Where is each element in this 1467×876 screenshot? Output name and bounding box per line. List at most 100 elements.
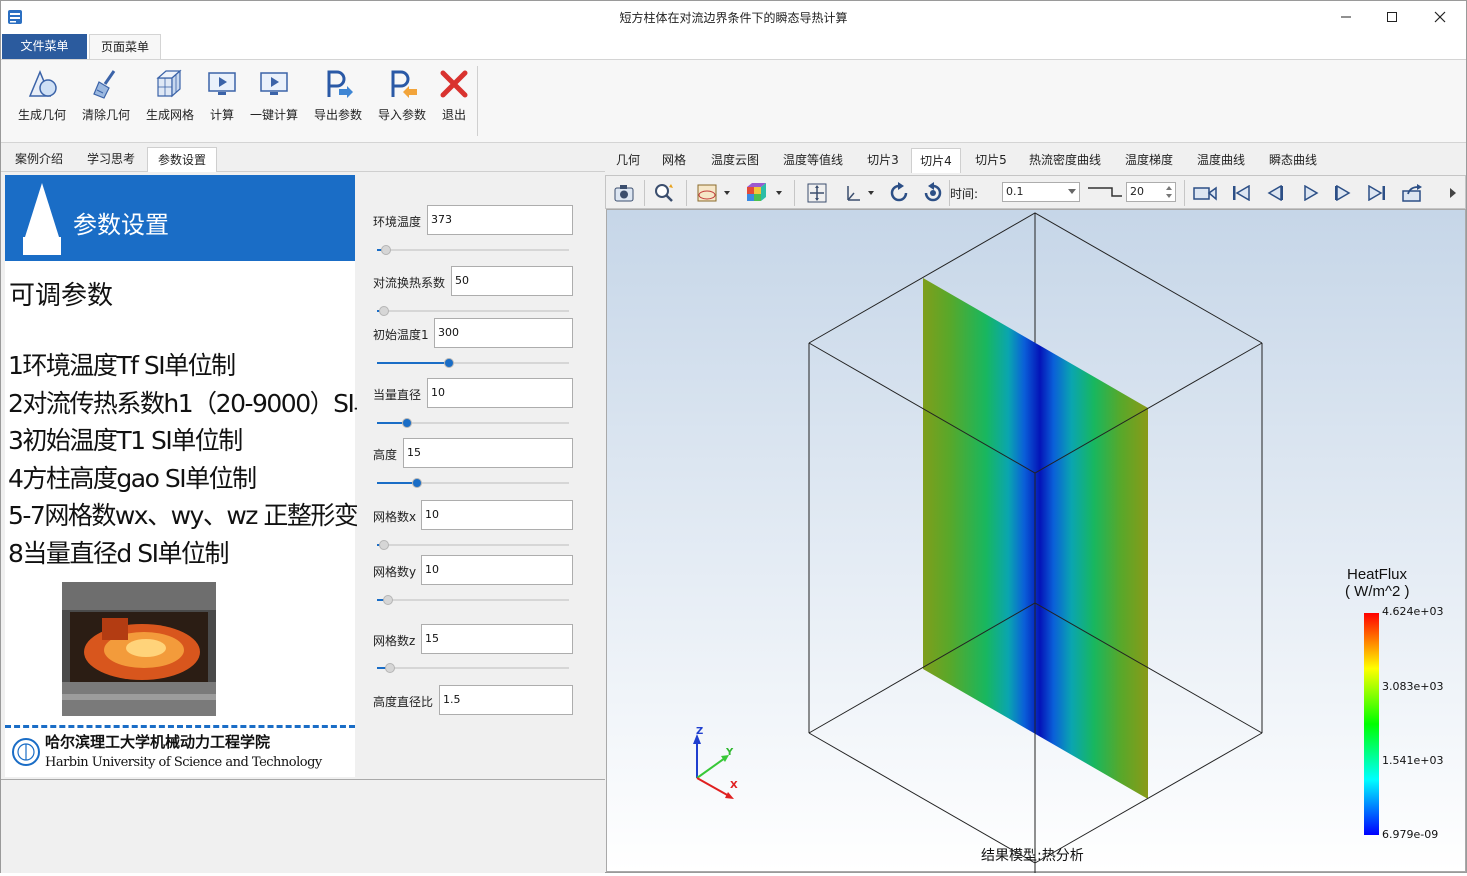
legend-tick-2: 3.083e+03	[1382, 680, 1444, 693]
tab-mesh[interactable]: 网格	[657, 148, 691, 173]
mesh-y-input[interactable]: 10	[421, 555, 573, 585]
tab-temp-isolines[interactable]: 温度等值线	[777, 148, 849, 173]
mesh-x-input[interactable]: 10	[421, 500, 573, 530]
time-select-value: 0.1	[1006, 185, 1024, 198]
ambient-temp-input[interactable]: 373	[427, 205, 573, 235]
generate-mesh-button[interactable]: 生成网格	[143, 68, 197, 128]
compute-label: 计算	[209, 108, 234, 122]
ambient-temp-slider[interactable]	[377, 244, 569, 256]
fit-view-button[interactable]	[802, 180, 832, 206]
tab-file-menu[interactable]: 文件菜单	[2, 34, 87, 59]
one-click-compute-button[interactable]: 一键计算	[247, 68, 301, 128]
param-label-ambient-temp: 环境温度	[373, 215, 422, 229]
mesh-y-slider[interactable]	[377, 594, 569, 606]
fit-view-icon	[807, 183, 827, 203]
param-label-convection-coef: 对流换热系数	[373, 276, 446, 290]
monitor-play-icon	[208, 72, 236, 95]
camera-icon	[614, 185, 634, 202]
tab-slice5[interactable]: 切片5	[969, 148, 1013, 173]
tab-study-thinking[interactable]: 学习思考	[77, 147, 145, 172]
steps-spinbox[interactable]: 20	[1126, 182, 1176, 202]
generate-geometry-button[interactable]: 生成几何	[15, 68, 69, 128]
param-label-mesh-y: 网格数y	[373, 565, 417, 579]
tab-param-settings[interactable]: 参数设置	[147, 147, 217, 172]
list-item: 8当量直径d SI单位制	[8, 538, 229, 568]
tab-temp-gradient[interactable]: 温度梯度	[1119, 148, 1179, 173]
play-button[interactable]	[1296, 180, 1326, 206]
ribbon-tab-bar: 文件菜单 页面菜单	[1, 33, 1466, 59]
rotate-button[interactable]	[884, 180, 914, 206]
height-diameter-ratio-input[interactable]: 1.5	[439, 685, 573, 715]
param-label-mesh-x: 网格数x	[373, 510, 417, 524]
minimize-icon	[1341, 16, 1351, 18]
prev-frame-button[interactable]	[1260, 180, 1290, 206]
intro-header: 参数设置	[5, 175, 355, 261]
mesh-z-slider[interactable]	[377, 662, 569, 674]
import-params-button[interactable]: 导入参数	[375, 68, 429, 128]
app-window: 短方柱体在对流边界条件下的瞬态导热计算 文件菜单 页面菜单 生成几何 清除几何 …	[0, 0, 1467, 873]
red-x-icon	[440, 70, 468, 98]
tab-temp-contour-map[interactable]: 温度云图	[705, 148, 765, 173]
reset-view-button[interactable]	[918, 180, 948, 206]
last-frame-button[interactable]	[1362, 180, 1392, 206]
minimize-button[interactable]	[1323, 1, 1369, 33]
color-cube-icon	[747, 183, 782, 201]
maximize-button[interactable]	[1369, 1, 1415, 33]
time-select[interactable]: 0.1	[1002, 182, 1080, 202]
initial-temp-slider[interactable]	[377, 357, 569, 369]
toolbar-separator	[1184, 180, 1185, 206]
exit-button[interactable]: 退出	[435, 68, 473, 128]
tab-slice3[interactable]: 切片3	[861, 148, 905, 173]
import-icon	[391, 70, 417, 98]
tab-slice4[interactable]: 切片4	[911, 148, 961, 173]
toolbar-overflow-button[interactable]	[1446, 180, 1460, 206]
rotate-icon	[890, 182, 908, 202]
tower-icon	[23, 183, 61, 255]
screenshot-button[interactable]	[610, 180, 638, 206]
initial-temp-input[interactable]: 300	[434, 318, 573, 348]
param-label-height-diameter-ratio: 高度直径比	[373, 695, 434, 709]
title-bar: 短方柱体在对流边界条件下的瞬态导热计算	[1, 1, 1466, 33]
generate-geometry-label: 生成几何	[17, 108, 66, 122]
window-title: 短方柱体在对流边界条件下的瞬态导热计算	[619, 11, 848, 25]
height-input[interactable]: 15	[403, 438, 573, 468]
display-mode-dropdown[interactable]	[742, 180, 786, 206]
export-params-button[interactable]: 导出参数	[311, 68, 365, 128]
equiv-diameter-input[interactable]: 10	[427, 378, 573, 408]
param-label-equiv-diameter: 当量直径	[373, 388, 422, 402]
tab-temp-curve[interactable]: 温度曲线	[1191, 148, 1251, 173]
mesh-x-slider[interactable]	[377, 539, 569, 551]
next-frame-button[interactable]	[1328, 180, 1358, 206]
tab-geometry[interactable]: 几何	[611, 148, 645, 173]
chevron-down-icon	[1068, 189, 1076, 194]
convection-coef-slider[interactable]	[377, 305, 569, 317]
axes-view-dropdown[interactable]	[838, 180, 878, 206]
mesh-z-input[interactable]: 15	[421, 624, 573, 654]
step-forward-icon	[1335, 185, 1351, 201]
ribbon-toolbar: 生成几何 清除几何 生成网格 计算 一键计算 导出参数 导入参数 退出	[1, 59, 1466, 143]
reset-rotate-icon	[924, 182, 942, 202]
param-label-height: 高度	[373, 448, 398, 462]
first-frame-button[interactable]	[1226, 180, 1256, 206]
monitor-run-icon	[260, 72, 288, 95]
close-button[interactable]	[1417, 1, 1463, 33]
viewport-caption: 结果模型:热分析	[981, 848, 1084, 864]
record-video-button[interactable]	[1190, 180, 1220, 206]
clip-plane-dropdown[interactable]	[694, 180, 734, 206]
compute-button[interactable]: 计算	[203, 68, 241, 128]
list-item: 1环境温度Tf SI单位制	[8, 351, 236, 380]
zoom-button[interactable]	[650, 180, 680, 206]
result-3d-viewport[interactable]: Z Y X HeatFlux ( W/m^2 ) 4.624e+03 3.083…	[606, 209, 1466, 873]
clear-geometry-button[interactable]: 清除几何	[79, 68, 133, 128]
height-slider[interactable]	[377, 477, 569, 489]
equiv-diameter-slider[interactable]	[377, 417, 569, 429]
tab-heat-flux-curve[interactable]: 热流密度曲线	[1023, 148, 1107, 173]
tab-transient-curve[interactable]: 瞬态曲线	[1263, 148, 1323, 173]
furnace-photo	[62, 582, 216, 716]
legend-unit: ( W/m^2 )	[1345, 583, 1410, 600]
tab-case-intro[interactable]: 案例介绍	[5, 147, 73, 172]
convection-coef-input[interactable]: 50	[451, 266, 573, 296]
geometry-icon	[28, 70, 57, 97]
tab-page-menu[interactable]: 页面菜单	[89, 34, 161, 59]
export-animation-button[interactable]	[1398, 180, 1428, 206]
